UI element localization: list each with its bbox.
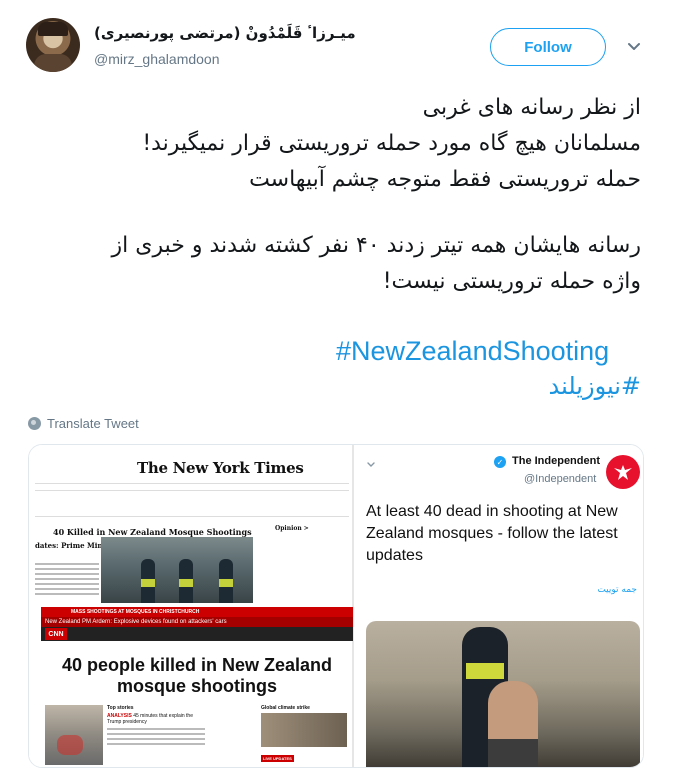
- nyt-headline: 40 Killed in New Zealand Mosque Shooting…: [53, 527, 252, 537]
- hashtag-link[interactable]: #NewZealandShooting: [336, 336, 609, 367]
- avatar-body: [34, 54, 72, 72]
- tweet-line: حمله تروریستی فقط متوجه چشم آبیهاست: [249, 167, 641, 192]
- tweet-line: رسانه هایشان همه تیتر زدند ۴۰ نفر کشته ش…: [111, 233, 641, 258]
- chevron-down-icon[interactable]: [366, 459, 376, 469]
- tweet-line: از نظر رسانه های غربی: [422, 95, 641, 120]
- hashtag-link[interactable]: #نیوزیلند: [549, 372, 641, 400]
- live-badge: LIVE UPDATES: [261, 755, 294, 762]
- user-handle[interactable]: @mirz_ghalamdoon: [94, 51, 220, 67]
- photo-man: [488, 681, 538, 767]
- cnn-navbar: [41, 627, 353, 641]
- media-container[interactable]: The New York Times 40 Killed in New Zeal…: [28, 444, 644, 768]
- independent-translate[interactable]: جمه توییت: [597, 585, 637, 595]
- tweet-header: (میـرزاٴ قَلَمْدُونْ (مرتضی پورنصیری @mi…: [0, 0, 673, 86]
- cnn-top-stories: Top stories ANALYSIS 45 minutes that exp…: [107, 705, 205, 745]
- nyt-nav: [35, 483, 349, 491]
- nyt-strip: [35, 495, 349, 517]
- cnn-climate: Global climate strike LIVE UPDATES: [261, 705, 347, 765]
- analysis-story: ANALYSIS 45 minutes that explain the Tru…: [107, 713, 205, 725]
- cnn-banner-sub: New Zealand PM Ardern: Explosive devices…: [41, 617, 353, 627]
- independent-name[interactable]: The Independent: [512, 455, 600, 467]
- cnn-photo: [45, 705, 103, 765]
- nyt-photo: [101, 537, 253, 603]
- display-name[interactable]: (میـرزاٴ قَلَمْدُونْ (مرتضی پورنصیری: [94, 24, 356, 42]
- independent-text: At least 40 dead in shooting at New Zeal…: [366, 503, 618, 564]
- climate-photo: [261, 713, 347, 747]
- follow-button[interactable]: Follow: [490, 28, 606, 66]
- translate-tweet[interactable]: Translate Tweet: [28, 416, 139, 431]
- top-stories-title: Top stories: [107, 705, 134, 711]
- independent-photo[interactable]: [366, 621, 640, 767]
- cnn-screenshot[interactable]: MASS SHOOTINGS AT MOSQUES IN CHRISTCHURC…: [29, 607, 353, 767]
- nyt-opinion: Opinion >: [275, 525, 309, 532]
- chevron-down-icon[interactable]: [626, 38, 642, 54]
- cnn-banner: MASS SHOOTINGS AT MOSQUES IN CHRISTCHURC…: [41, 607, 353, 617]
- tweet-line: واژه حمله تروریستی نیست!: [382, 269, 641, 294]
- independent-tweet-card[interactable]: ✓ The Independent @Independent At least …: [353, 445, 643, 767]
- verified-badge-icon: ✓: [494, 456, 506, 468]
- climate-title: Global climate strike: [261, 705, 310, 711]
- avatar-hat: [38, 22, 68, 36]
- globe-icon: [28, 417, 41, 430]
- tweet-line: مسلمانان هیچ گاه مورد حمله تروریستی قرار…: [142, 131, 641, 156]
- translate-label: Translate Tweet: [47, 416, 139, 431]
- independent-eagle-icon[interactable]: [606, 455, 640, 489]
- independent-handle[interactable]: @Independent: [524, 473, 596, 485]
- avatar[interactable]: [26, 18, 80, 72]
- nyt-body-lines: [35, 563, 99, 598]
- nyt-logo: The New York Times: [137, 459, 304, 477]
- tweet-text: از نظر رسانه های غربی مسلمانان هیچ گاه م…: [21, 90, 641, 300]
- cnn-logo: CNN: [45, 628, 67, 640]
- nyt-screenshot[interactable]: The New York Times 40 Killed in New Zeal…: [29, 445, 353, 607]
- cnn-headline: 40 people killed in New Zealand mosque s…: [61, 655, 333, 696]
